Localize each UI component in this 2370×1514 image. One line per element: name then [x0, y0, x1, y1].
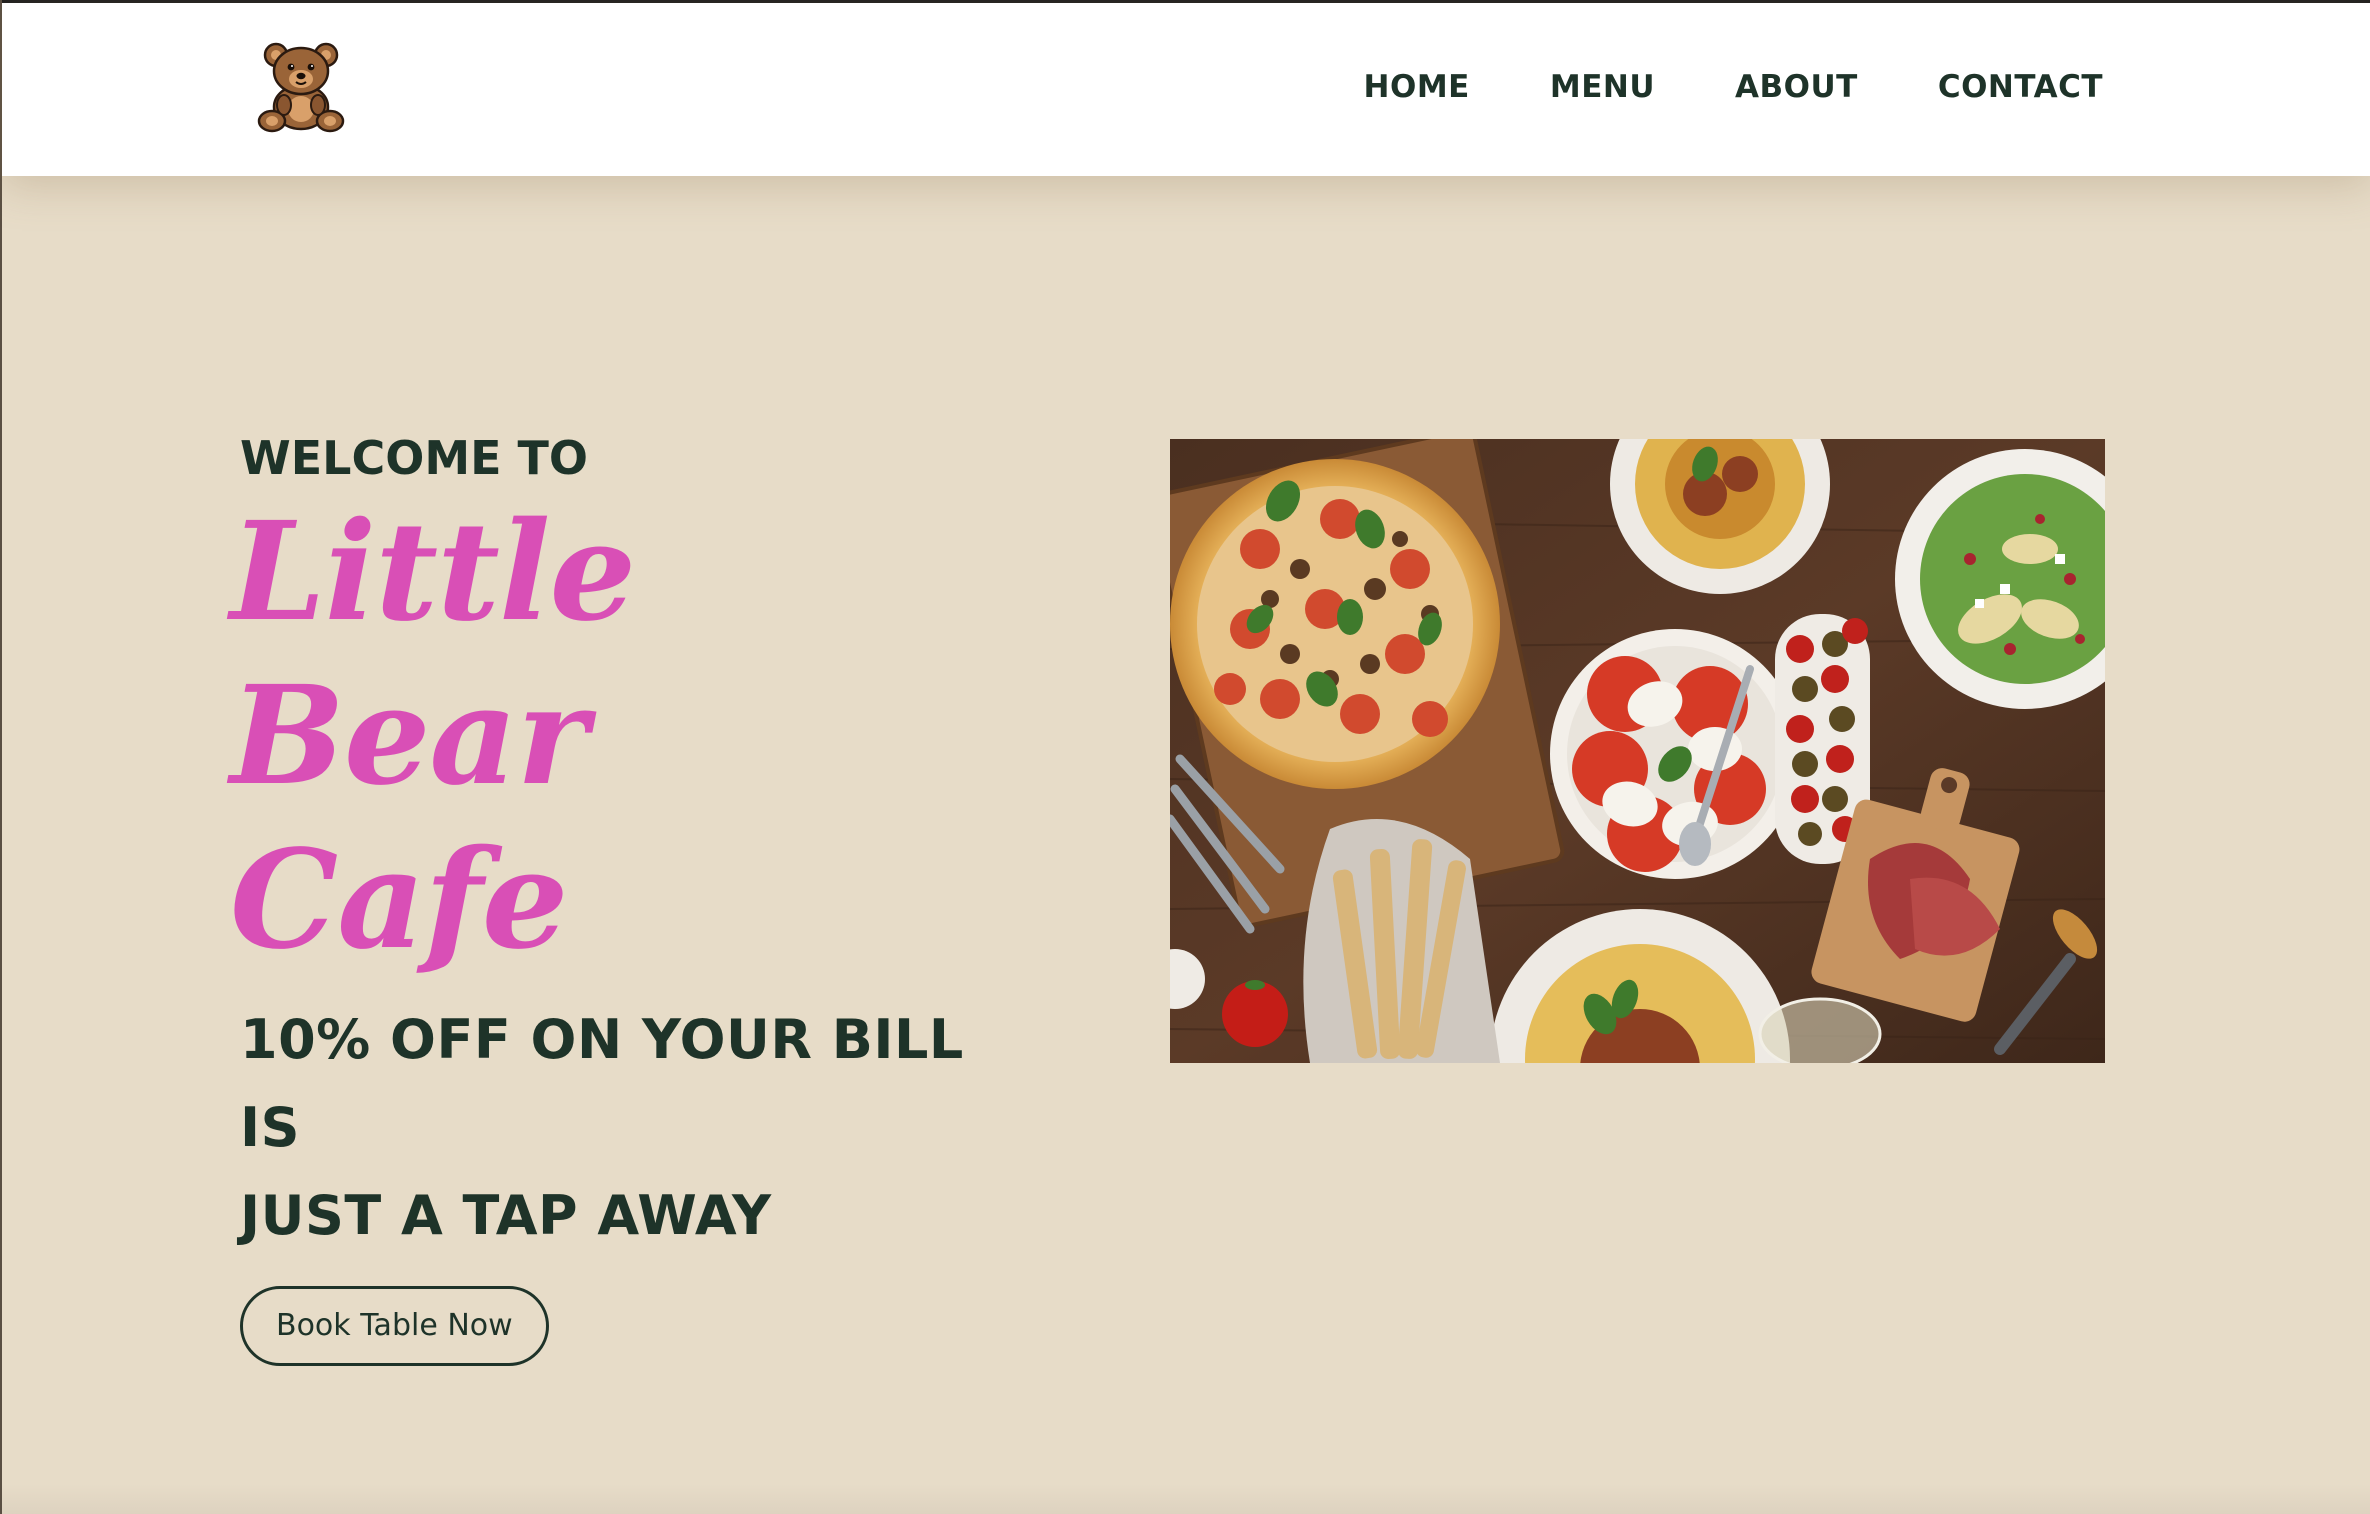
offer-text: 10% OFF ON YOUR BILL IS JUST A TAP AWAY — [240, 996, 1000, 1260]
welcome-heading: WELCOME TO — [240, 431, 589, 485]
hero-text: WELCOME TO Little Bear Cafe 10% OFF ON Y… — [230, 430, 1000, 1366]
navbar: HOME MENU ABOUT CONTACT — [2, 3, 2370, 176]
book-table-button[interactable]: Book Table Now — [240, 1286, 549, 1366]
cafe-name-line2: Cafe — [230, 820, 568, 980]
cafe-name-line1: Little Bear — [230, 492, 636, 816]
food-spread-photo — [1170, 439, 2105, 1063]
nav-link-contact[interactable]: CONTACT — [1938, 69, 2103, 105]
offer-line2: JUST A TAP AWAY — [240, 1184, 772, 1247]
offer-line1: 10% OFF ON YOUR BILL IS — [240, 1008, 964, 1159]
page: HOME MENU ABOUT CONTACT WELCOME TO Littl… — [0, 0, 2370, 1514]
bottom-shadow — [2, 1484, 2370, 1514]
cafe-name: Little Bear Cafe — [230, 490, 1000, 982]
nav-link-home[interactable]: HOME — [1364, 69, 1470, 105]
nav-link-menu[interactable]: MENU — [1550, 69, 1655, 105]
teddy-bear-icon[interactable] — [254, 41, 348, 133]
nav-link-about[interactable]: ABOUT — [1735, 69, 1858, 105]
nav-links: HOME MENU ABOUT CONTACT — [1364, 69, 2103, 105]
